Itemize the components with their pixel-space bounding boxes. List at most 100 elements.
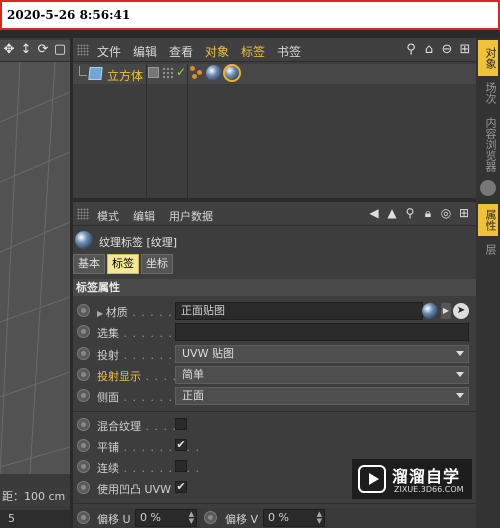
tab-objects[interactable]: 对象 bbox=[478, 40, 498, 76]
projection-dropdown[interactable]: UVW 贴图 bbox=[175, 345, 469, 363]
texture-tag-icon[interactable] bbox=[206, 65, 222, 81]
link-icon[interactable]: ⊖ bbox=[440, 42, 454, 57]
attribute-tabs: 基本 标签 坐标 bbox=[73, 254, 173, 274]
menu-object[interactable]: 对象 bbox=[205, 43, 229, 60]
seamless-checkbox[interactable] bbox=[175, 460, 187, 472]
top-divider bbox=[0, 30, 500, 38]
tab-attributes[interactable]: 属性 bbox=[478, 204, 498, 236]
spinner-arrows-icon[interactable]: ▲ ▼ bbox=[189, 511, 194, 525]
animate-radio[interactable] bbox=[77, 325, 90, 338]
use-bump-uvw-label: 使用凹凸 UVW bbox=[97, 483, 171, 496]
enabled-check-icon[interactable]: ✓ bbox=[176, 66, 186, 78]
right-tab-strip: 对象 场次 内容浏览器 属性 层 bbox=[476, 38, 500, 528]
target-icon[interactable]: ◎ bbox=[439, 206, 453, 221]
menu-view[interactable]: 查看 bbox=[169, 43, 193, 60]
tab-takes[interactable]: 场次 bbox=[478, 78, 498, 108]
panel-grip-icon[interactable] bbox=[77, 208, 89, 220]
watermark-logo: 溜溜自学 ZIXUE.3D66.COM bbox=[352, 459, 472, 499]
material-field[interactable]: 正面贴图 bbox=[175, 302, 423, 320]
tag-title-text: 纹理标签 [纹理] bbox=[99, 236, 178, 249]
tree-connector bbox=[79, 66, 87, 76]
viewport-grid-status: 距：100 cm bbox=[0, 488, 70, 506]
back-arrow-icon[interactable]: ◀ bbox=[367, 206, 381, 221]
tab-content-browser[interactable]: 内容浏览器 bbox=[478, 112, 498, 176]
animate-radio[interactable] bbox=[77, 368, 90, 381]
search-icon[interactable]: ⚲ bbox=[404, 42, 418, 57]
row-projection: 投射 . . . . . . . . . UVW 贴图 bbox=[73, 344, 476, 364]
attribute-manager-menubar: 模式 编辑 用户数据 ◀ ▲ ⚲ 🔒︎ ◎ ⊞ bbox=[73, 202, 476, 226]
row-offsets: 偏移 U 0 % ▲ ▼ 偏移 V 0 % ▲ ▼ bbox=[73, 508, 476, 528]
offset-v-field[interactable]: 0 % ▲ ▼ bbox=[263, 509, 325, 527]
animate-radio[interactable] bbox=[77, 481, 90, 494]
texture-tag-selected-icon[interactable] bbox=[223, 64, 241, 82]
viewport-bottom-value: 5 bbox=[0, 510, 70, 528]
menu-bookmark[interactable]: 书签 bbox=[277, 43, 301, 60]
tab-coordinates[interactable]: 坐标 bbox=[141, 254, 173, 274]
object-name[interactable]: 立方体 bbox=[107, 67, 143, 84]
offset-u-field[interactable]: 0 % ▲ ▼ bbox=[135, 509, 197, 527]
projection-display-dropdown[interactable]: 简单 bbox=[175, 366, 469, 384]
selection-field[interactable] bbox=[175, 323, 469, 341]
animate-radio[interactable] bbox=[77, 304, 90, 317]
timestamp-bar: 2020-5-26 8:56:41 bbox=[0, 0, 500, 30]
chevron-down-icon bbox=[456, 351, 464, 356]
separator bbox=[73, 503, 476, 504]
menu-edit[interactable]: 编辑 bbox=[133, 208, 155, 224]
rotate-view-icon[interactable]: ⟳ bbox=[36, 43, 50, 57]
mix-textures-checkbox[interactable] bbox=[175, 418, 187, 430]
row-selection: 选集 . . . . . . . bbox=[73, 322, 476, 342]
row-tile: 平铺 . . . . . . . . . ✔ bbox=[73, 436, 476, 456]
watermark-url: ZIXUE.3D66.COM bbox=[394, 485, 464, 494]
side-dropdown[interactable]: 正面 bbox=[175, 387, 469, 405]
row-mix-textures: 混合纹理 . . . . . bbox=[73, 415, 476, 435]
separator bbox=[73, 411, 476, 412]
watermark-title: 溜溜自学 bbox=[392, 467, 461, 486]
menu-tag[interactable]: 标签 bbox=[241, 43, 265, 60]
new-panel-icon[interactable]: ⊞ bbox=[457, 206, 471, 221]
row-side: 侧面 . . . . . . . . . 正面 bbox=[73, 386, 476, 406]
scroll-handle[interactable] bbox=[480, 180, 496, 196]
play-logo-icon bbox=[358, 465, 386, 493]
phong-tag-icon[interactable] bbox=[190, 66, 204, 80]
animate-radio[interactable] bbox=[204, 511, 217, 524]
animate-radio[interactable] bbox=[77, 511, 90, 524]
pick-cursor-icon[interactable]: ➤ bbox=[453, 303, 469, 319]
animate-radio[interactable] bbox=[77, 439, 90, 452]
tab-basic[interactable]: 基本 bbox=[73, 254, 105, 274]
menu-mode[interactable]: 模式 bbox=[97, 208, 119, 224]
menu-user-data[interactable]: 用户数据 bbox=[169, 208, 213, 224]
lock-icon[interactable]: 🔒︎ bbox=[421, 206, 435, 221]
column-divider bbox=[187, 64, 188, 198]
chevron-down-icon bbox=[456, 393, 464, 398]
object-manager-menubar: 文件 编辑 查看 对象 标签 书签 ⚲ ⌂ ⊖ ⊞ bbox=[73, 38, 476, 62]
tab-tag[interactable]: 标签 bbox=[107, 254, 139, 274]
mix-textures-label: 混合纹理 . . . . . bbox=[97, 420, 186, 433]
row-projection-display: 投射显示 . . . . . . 简单 bbox=[73, 365, 476, 385]
menu-edit[interactable]: 编辑 bbox=[133, 43, 157, 60]
viewport-canvas[interactable] bbox=[0, 62, 70, 474]
animate-radio[interactable] bbox=[77, 418, 90, 431]
material-menu-arrow[interactable]: ▶ bbox=[441, 303, 451, 319]
animate-radio[interactable] bbox=[77, 460, 90, 473]
new-panel-icon[interactable]: ⊞ bbox=[458, 42, 472, 57]
up-arrow-icon[interactable]: ▲ bbox=[385, 206, 399, 221]
home-icon[interactable]: ⌂ bbox=[422, 42, 436, 57]
use-bump-uvw-checkbox[interactable]: ✔ bbox=[175, 481, 187, 493]
spinner-arrows-icon[interactable]: ▲ ▼ bbox=[317, 511, 322, 525]
search-icon[interactable]: ⚲ bbox=[403, 206, 417, 221]
menu-file[interactable]: 文件 bbox=[97, 43, 121, 60]
tile-checkbox[interactable]: ✔ bbox=[175, 439, 187, 451]
layer-icon[interactable] bbox=[148, 67, 159, 78]
move-view-icon[interactable]: ✥ bbox=[2, 43, 16, 57]
animate-radio[interactable] bbox=[77, 347, 90, 360]
visibility-icon[interactable] bbox=[162, 67, 173, 78]
zoom-view-icon[interactable]: ↕ bbox=[19, 43, 33, 57]
panel-grip-icon[interactable] bbox=[77, 44, 89, 56]
object-tags bbox=[190, 64, 241, 82]
maximize-view-icon[interactable]: ▢ bbox=[53, 43, 67, 57]
offset-v-label: 偏移 V bbox=[225, 513, 259, 526]
cube-icon bbox=[88, 67, 103, 80]
animate-radio[interactable] bbox=[77, 389, 90, 402]
tab-layers[interactable]: 层 bbox=[478, 238, 498, 260]
column-divider bbox=[146, 64, 147, 198]
